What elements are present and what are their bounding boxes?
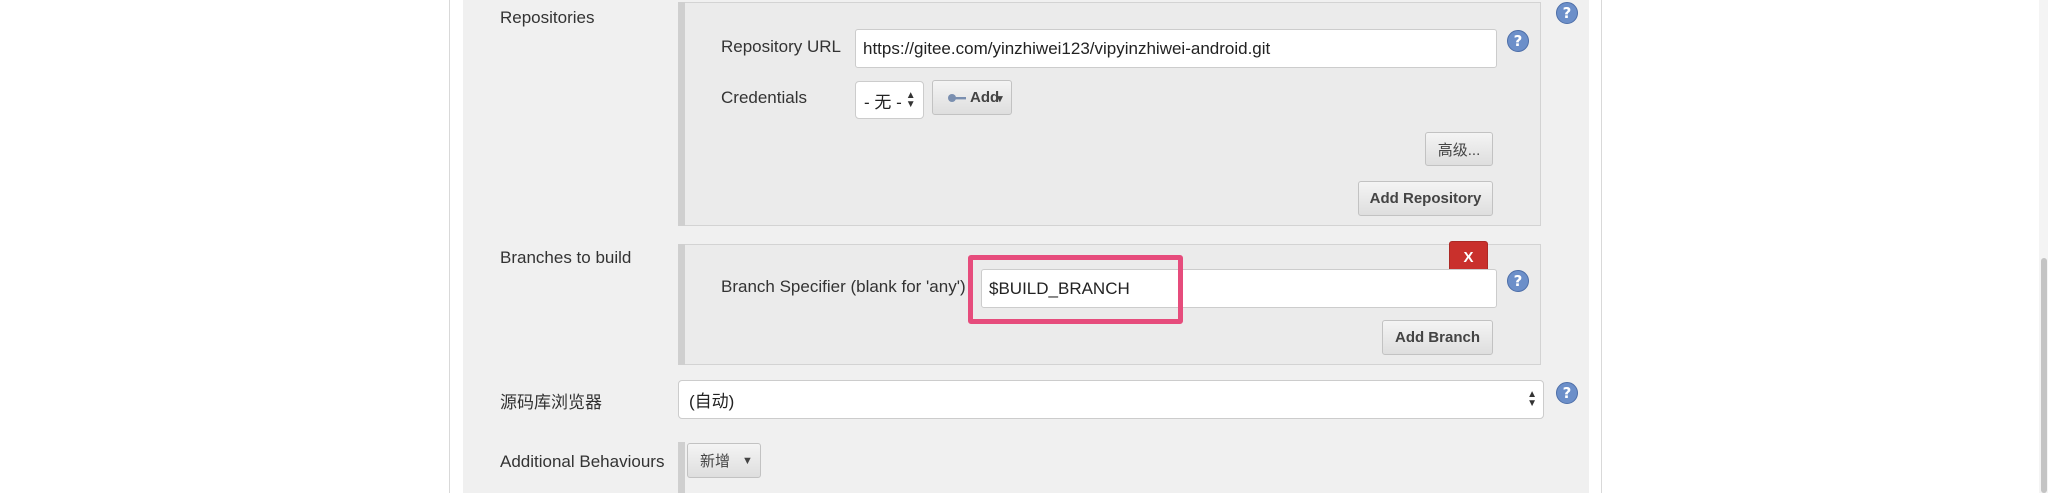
branch-specifier-label: Branch Specifier (blank for 'any') (721, 277, 966, 296)
branch-specifier-help-icon[interactable]: ? (1507, 270, 1529, 292)
repository-browser-select[interactable]: (自动) ▲ ▼ (678, 380, 1544, 419)
repository-url-label: Repository URL (721, 37, 841, 56)
repository-drag-handle[interactable] (678, 2, 685, 226)
updown-arrows-icon: ▲ ▼ (905, 90, 916, 110)
branches-to-build-label: Branches to build (500, 248, 632, 267)
add-credentials-label: Add (970, 89, 1000, 106)
additional-behaviours-label: Additional Behaviours (500, 452, 665, 471)
repository-url-input[interactable]: https://gitee.com/yinzhiwei123/vipyinzhi… (855, 29, 1497, 68)
add-repository-button[interactable]: Add Repository (1358, 181, 1493, 216)
add-branch-button[interactable]: Add Branch (1382, 320, 1493, 355)
page-scrollbar-thumb[interactable] (2041, 258, 2047, 493)
credentials-selected-value: - 无 - (864, 92, 902, 112)
repository-url-help-icon[interactable]: ? (1507, 30, 1529, 52)
repository-browser-help-icon[interactable]: ? (1556, 382, 1578, 404)
add-behaviour-button[interactable]: 新增 ▼ (687, 443, 761, 478)
repository-browser-label: 源码库浏览器 (500, 393, 602, 412)
caret-down-icon: ▼ (742, 454, 753, 467)
updown-arrows-icon: ▲ ▼ (1527, 389, 1537, 409)
credentials-label: Credentials (721, 88, 807, 107)
caret-down-icon: ▾ (997, 93, 1003, 105)
add-credentials-button[interactable]: Add ▾ (932, 80, 1012, 115)
branch-drag-handle[interactable] (678, 244, 685, 365)
behaviours-drag-handle (678, 442, 685, 493)
highlight-box (968, 255, 1183, 324)
key-icon (948, 93, 966, 102)
advanced-button[interactable]: 高级... (1425, 132, 1493, 166)
repository-browser-selected-value: (自动) (689, 392, 735, 411)
credentials-select[interactable]: - 无 - ▲ ▼ (855, 81, 924, 119)
add-behaviour-label: 新增 (700, 453, 731, 470)
repositories-label: Repositories (500, 8, 595, 27)
repositories-help-icon[interactable]: ? (1556, 2, 1578, 24)
